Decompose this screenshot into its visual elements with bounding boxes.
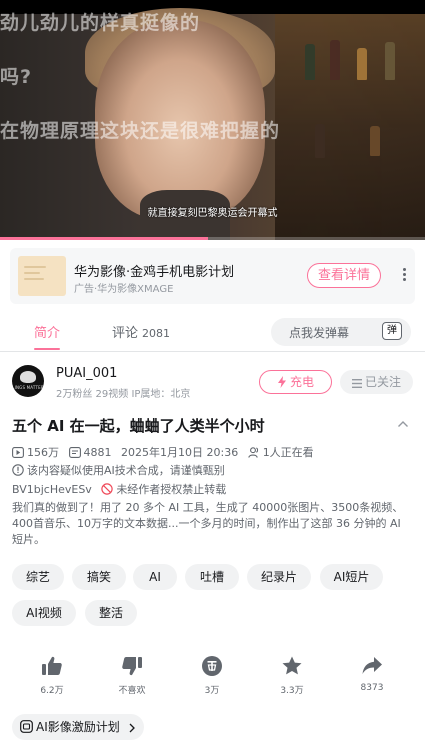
danmaku-count: 4881: [83, 446, 112, 459]
video-title: 五个 AI 在一起，蛐蛐了人类半个小时: [12, 417, 265, 435]
incentive-label: AI影像激励计划: [36, 720, 120, 734]
bvid-row: BV1bjcHevESv 未经作者授权禁止转载: [12, 481, 226, 497]
uploader-row: LINGS MATTER PUAI_001 2万粉丝 29视频 IP属地：北京 …: [0, 360, 425, 404]
no-repost-notice: 未经作者授权禁止转载: [116, 483, 227, 496]
video-frame-bottle: [305, 44, 315, 80]
thumbs-up-icon: [42, 656, 62, 675]
share-icon: [362, 657, 382, 674]
tag-chip[interactable]: AI视频: [12, 600, 76, 626]
tag-chip[interactable]: 纪录片: [247, 564, 311, 590]
progress-fill: [0, 237, 209, 240]
publish-datetime: 2025年1月10日 20:36: [121, 446, 239, 459]
danmaku-overlay-line: 劲儿劲儿的样真挺像的: [0, 12, 201, 34]
menu-icon: [351, 379, 362, 388]
avatar[interactable]: LINGS MATTER: [12, 365, 44, 397]
info-icon: [12, 464, 24, 476]
ad-subtitle: 广告·华为影像XMAGE: [74, 284, 174, 295]
dislike-button[interactable]: 不喜欢: [102, 655, 162, 696]
video-stats-row: 156万 4881 2025年1月10日 20:36 1人正在看: [12, 444, 314, 460]
coin-icon: [202, 656, 222, 676]
favorite-button[interactable]: 3.3万: [262, 655, 322, 696]
video-frame-bottle: [370, 126, 380, 156]
forbidden-icon: [101, 483, 114, 495]
video-description: 我们真的做到了！用了 20 多个 AI 工具，生成了 40000张图片、3500…: [12, 501, 404, 546]
danmaku-input[interactable]: 点我发弹幕 弹: [271, 318, 411, 346]
tag-chip[interactable]: 吐槽: [185, 564, 239, 590]
video-player[interactable]: 劲儿劲儿的样真挺像的 吗? 在物理原理这块还是很难把握的 就直接复刻巴黎奥运会开…: [0, 0, 425, 240]
ai-notice: 该内容疑似使用AI技术合成，请谨慎甄别: [27, 464, 225, 477]
coin-button[interactable]: 3万: [182, 655, 242, 696]
tag-chip[interactable]: 综艺: [12, 564, 64, 590]
comment-count: 2081: [142, 327, 171, 340]
video-caption: 就直接复刻巴黎奥运会开幕式: [147, 208, 278, 219]
tab-intro[interactable]: 简介: [34, 322, 60, 341]
charge-label: 充电: [289, 375, 314, 389]
uploader-name[interactable]: PUAI_001: [56, 366, 117, 381]
thumbs-down-icon: [122, 657, 142, 676]
ad-details-button[interactable]: 查看详情: [307, 263, 381, 288]
tag-chip[interactable]: AI短片: [320, 564, 383, 590]
tag-chip[interactable]: 搞笑: [72, 564, 126, 590]
ai-badge-icon: [20, 720, 33, 733]
star-icon: [282, 656, 302, 675]
favorite-count: 3.3万: [280, 686, 304, 696]
video-frame-bottle: [315, 124, 325, 158]
like-count: 6.2万: [40, 686, 64, 696]
share-button[interactable]: 8373: [342, 655, 402, 693]
view-count: 156万: [27, 446, 59, 459]
bvid[interactable]: BV1bjcHevESv: [12, 483, 92, 496]
follow-button[interactable]: 已关注: [340, 370, 413, 394]
share-count: 8373: [360, 683, 384, 693]
chevron-right-icon: [129, 723, 135, 733]
chevron-up-icon[interactable]: [397, 418, 409, 430]
ad-title: 华为影像·金鸡手机电影计划: [74, 265, 235, 280]
danmaku-toggle-icon[interactable]: 弹: [382, 322, 402, 340]
danmaku-placeholder: 点我发弹幕: [289, 326, 350, 340]
video-frame-bottle: [357, 48, 367, 80]
dislike-label: 不喜欢: [118, 686, 146, 696]
danmaku-overlay-line: 在物理原理这块还是很难把握的: [0, 120, 281, 142]
danmaku-overlay-line: 吗?: [0, 66, 33, 88]
play-count-icon: [12, 447, 24, 458]
ai-notice-row: 该内容疑似使用AI技术合成，请谨慎甄别: [12, 462, 225, 478]
tab-comments-label: 评论: [112, 326, 139, 341]
tab-active-indicator: [34, 348, 60, 350]
tab-bar: 简介 评论 2081 点我发弹幕 弹: [0, 312, 425, 352]
people-icon: [247, 447, 258, 458]
progress-bar[interactable]: [0, 237, 425, 240]
coin-count: 3万: [204, 686, 220, 696]
tab-comments[interactable]: 评论 2081: [112, 322, 170, 341]
video-frame-bottle: [330, 40, 340, 80]
lightning-icon: [277, 376, 286, 388]
ad-thumbnail: [18, 256, 66, 296]
avatar-logo-text: LINGS MATTER: [12, 385, 44, 390]
charge-button[interactable]: 充电: [259, 370, 332, 394]
more-options-icon[interactable]: [401, 266, 407, 286]
tag-chip[interactable]: AI: [133, 564, 177, 590]
watching-now: 1人正在看: [262, 446, 314, 459]
follow-label: 已关注: [364, 375, 401, 389]
danmaku-count-icon: [68, 447, 81, 458]
ai-incentive-chip[interactable]: AI影像激励计划: [12, 714, 144, 740]
ad-banner[interactable]: 华为影像·金鸡手机电影计划 广告·华为影像XMAGE 查看详情: [10, 248, 415, 304]
video-frame-bottle: [385, 42, 395, 80]
tag-chip[interactable]: 整活: [85, 600, 137, 626]
like-button[interactable]: 6.2万: [22, 655, 82, 696]
uploader-stats: 2万粉丝 29视频 IP属地：北京: [56, 389, 191, 400]
